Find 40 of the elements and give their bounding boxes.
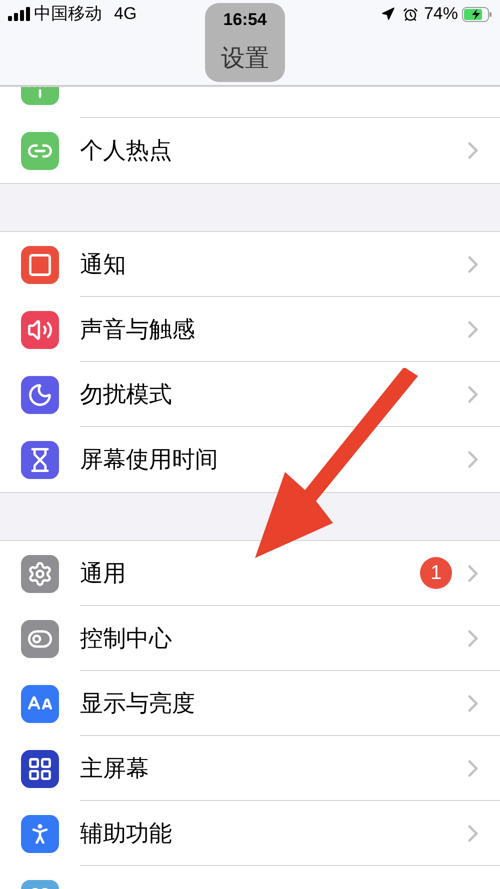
chevron-icon: [468, 320, 478, 338]
row-label: 声音与触感: [80, 314, 196, 344]
row-label: 通用: [80, 558, 127, 588]
chevron-icon: [468, 386, 478, 402]
chevron-icon: [468, 694, 478, 712]
signal-icon: [8, 7, 30, 21]
chevron-icon: [468, 256, 478, 272]
network-type: 4G: [114, 3, 137, 26]
nav-title: 设置: [221, 44, 269, 74]
row-label: 个人热点: [80, 136, 173, 166]
settings-row[interactable]: 勿扰模式: [0, 362, 500, 427]
row-label: 屏幕使用时间: [80, 445, 219, 474]
settings-row[interactable]: 主屏幕: [0, 736, 500, 801]
settings-row[interactable]: 显示与亮度: [0, 671, 500, 736]
chevron-icon: [468, 142, 478, 159]
settings-row[interactable]: 个人热点: [0, 118, 500, 183]
row-label: 通知: [80, 250, 127, 279]
settings-row[interactable]: 控制中心: [0, 606, 500, 671]
row-label: 控制中心: [80, 624, 173, 653]
chevron-icon: [468, 451, 478, 468]
carrier-name: 中国移动: [34, 3, 102, 26]
settings-row[interactable]: 通用 1: [0, 541, 500, 606]
location-icon: [380, 7, 395, 21]
row-label: 主屏幕: [80, 754, 150, 783]
chevron-icon: [468, 564, 478, 582]
chevron-icon: [468, 824, 478, 842]
settings-row[interactable]: 辅助功能: [0, 801, 500, 866]
row-label: 辅助功能: [80, 818, 173, 848]
clock-time: 16:54: [223, 9, 267, 31]
alarm-icon: [402, 6, 418, 22]
row-label: 勿扰模式: [80, 380, 173, 409]
battery-icon: [462, 6, 492, 22]
settings-row[interactable]: 通知: [0, 232, 500, 297]
notification-badge: 1: [420, 557, 452, 589]
settings-row[interactable]: 声音与触感: [0, 297, 500, 362]
battery-percentage: 74%: [424, 3, 458, 26]
chevron-icon: [468, 630, 478, 646]
settings-row[interactable]: 屏幕使用时间: [0, 427, 500, 492]
row-label: 显示与亮度: [80, 688, 196, 718]
chevron-icon: [468, 760, 478, 776]
